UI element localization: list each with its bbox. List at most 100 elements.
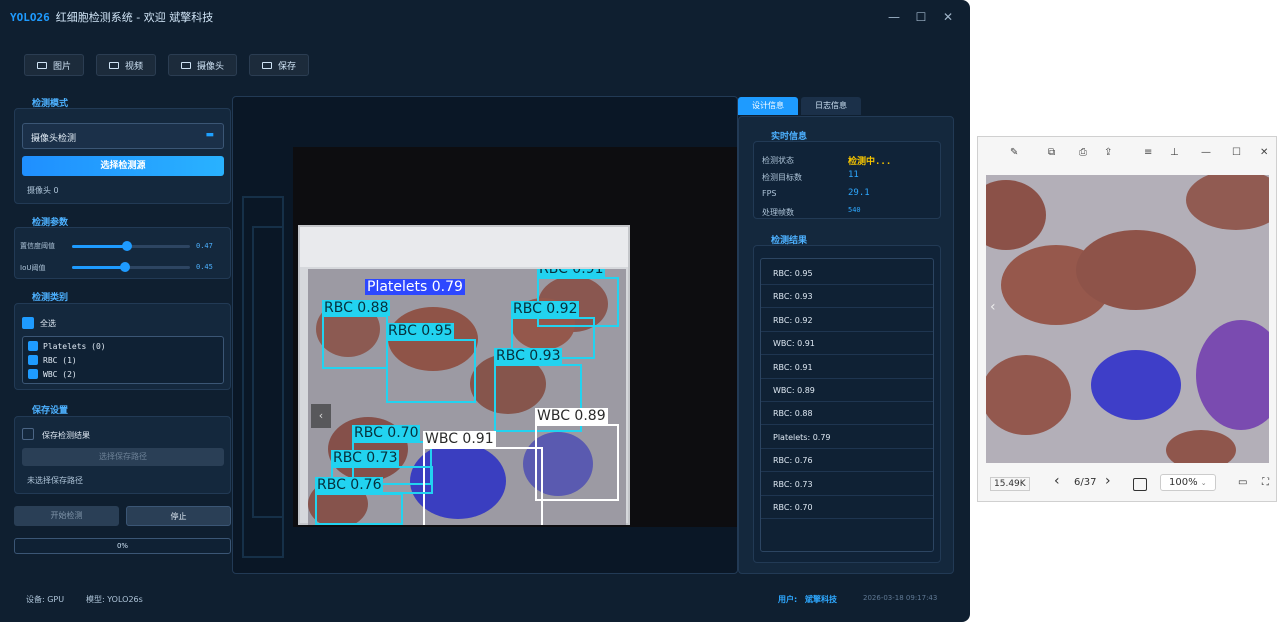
detection-label: RBC 0.73 [331, 450, 400, 466]
class-label: RBC (1) [43, 355, 77, 365]
tab-design-info[interactable]: 设计信息 [738, 97, 798, 115]
edit-icon[interactable]: ✎ [1010, 147, 1018, 158]
classes-title: 检测类别 [32, 293, 69, 303]
confidence-value: 0.47 [196, 242, 213, 250]
path-status: 未选择保存路径 [27, 476, 83, 485]
title-bar: YOLO26 红细胞检测系统 - 欢迎 斌擎科技 [0, 0, 970, 34]
toolbar: 图片 视频 摄像头 保存 [24, 54, 310, 76]
class-checkbox[interactable] [28, 355, 38, 365]
result-item: RBC: 0.95 [761, 262, 933, 285]
target-count-label: 检测目标数 [762, 173, 802, 182]
confidence-slider-fill [72, 245, 128, 248]
chevron-down-icon: ⌄ [1200, 479, 1207, 487]
result-item: RBC: 0.93 [761, 285, 933, 309]
select-source-button[interactable]: 选择检测源 [22, 156, 224, 176]
iou-slider-fill [72, 266, 126, 269]
camera-button[interactable]: 摄像头 [168, 54, 238, 76]
close-button[interactable]: ✕ [940, 9, 956, 25]
datetime: 2026-03-18 09:17:43 [863, 594, 938, 602]
maximize-button[interactable]: ☐ [913, 9, 929, 25]
progress-bar: 0% [14, 538, 231, 554]
class-item-rbc[interactable]: RBC (1) [28, 355, 77, 365]
share-icon[interactable]: ⇪ [1104, 147, 1112, 158]
class-label: Platelets (0) [43, 341, 106, 351]
tab-log-info[interactable]: 日志信息 [801, 97, 861, 115]
frames-label: 处理帧数 [762, 208, 794, 217]
class-item-wbc[interactable]: WBC (2) [28, 369, 77, 379]
blood-smear-image: RBC 0.91 Platelets 0.79 RBC 0.88 RBC 0.9… [308, 269, 626, 525]
status-value: 检测中... [848, 157, 892, 167]
fps-value: 29.1 [848, 188, 870, 198]
page-indicator: 6/37 [1074, 477, 1097, 488]
captured-toolbar [300, 227, 628, 267]
print-icon[interactable]: ⎙ [1079, 147, 1087, 158]
stop-button[interactable]: 停止 [126, 506, 231, 526]
camera-button-label: 摄像头 [197, 61, 225, 72]
viewer-prev-arrow-icon[interactable]: ‹ [990, 299, 996, 315]
menu-icon[interactable]: ≡ [1144, 147, 1152, 158]
select-all-checkbox[interactable] [22, 317, 34, 329]
fullscreen-icon[interactable]: ⛶ [1262, 477, 1269, 488]
user-name: 斌擎科技 [805, 595, 837, 604]
detection-label: Platelets 0.79 [365, 279, 465, 295]
model-status: 模型: YOLO26s [86, 595, 143, 604]
detection-box [535, 424, 619, 501]
detection-label: RBC 0.76 [315, 477, 384, 493]
detection-label: RBC 0.95 [386, 323, 455, 339]
next-image-button[interactable]: › [1105, 473, 1111, 489]
status-label: 检测状态 [762, 156, 794, 165]
class-list: Platelets (0) RBC (1) WBC (2) [22, 336, 224, 384]
zoom-value: 100% [1169, 477, 1198, 488]
image-button[interactable]: 图片 [24, 54, 85, 76]
target-count-value: 11 [848, 170, 859, 180]
filmstrip-icon[interactable]: ▭ [1238, 477, 1247, 488]
main-window: YOLO26 红细胞检测系统 - 欢迎 斌擎科技 — ☐ ✕ 图片 视频 摄像头… [0, 0, 970, 622]
device-status: 设备: GPU [26, 595, 65, 604]
detection-label: RBC 0.88 [322, 300, 391, 316]
video-button[interactable]: 视频 [96, 54, 157, 76]
save-settings-title: 保存设置 [32, 406, 69, 416]
fit-window-icon[interactable] [1133, 478, 1147, 491]
close-icon[interactable]: ✕ [1260, 147, 1268, 158]
pin-icon[interactable]: ⊥ [1170, 147, 1179, 158]
save-button-label: 保存 [278, 61, 297, 72]
results-list: RBC: 0.95 RBC: 0.93 RBC: 0.92 WBC: 0.91 RBC:… [760, 258, 934, 552]
result-item: RBC: 0.92 [761, 309, 933, 332]
result-item: WBC: 0.89 [761, 379, 933, 402]
choose-path-button[interactable]: 选择保存路径 [22, 448, 224, 466]
captured-frame: RBC 0.91 Platelets 0.79 RBC 0.88 RBC 0.9… [298, 225, 630, 525]
class-item-platelets[interactable]: Platelets (0) [28, 341, 106, 351]
iou-value: 0.45 [196, 263, 213, 271]
detection-box [423, 447, 543, 525]
save-results-label: 保存检测结果 [42, 431, 90, 440]
crop-icon[interactable]: ⧉ [1048, 147, 1055, 158]
mode-select-value: 摄像头检测 [31, 134, 77, 144]
image-button-label: 图片 [53, 61, 72, 72]
viewer-cells-drawing [986, 175, 1269, 463]
frames-value: 540 [848, 206, 861, 214]
fps-label: FPS [762, 189, 777, 198]
save-results-checkbox[interactable] [22, 428, 34, 440]
save-button[interactable]: 保存 [249, 54, 310, 76]
detection-box [322, 315, 388, 369]
iou-label: IoU阈值 [20, 264, 46, 272]
maximize-icon[interactable]: ☐ [1232, 147, 1241, 158]
start-detect-button[interactable]: 开始检测 [14, 506, 119, 526]
result-item: RBC: 0.70 [761, 496, 933, 519]
detection-label: RBC 0.92 [511, 301, 580, 317]
class-checkbox[interactable] [28, 369, 38, 379]
user-label: 用户: [778, 595, 798, 604]
detection-label: RBC 0.91 [537, 269, 606, 277]
chevron-down-icon: ▬ [205, 130, 214, 140]
result-item: Platelets: 0.79 [761, 426, 933, 449]
mode-select[interactable]: 摄像头检测 ▬ [22, 123, 224, 149]
minimize-button[interactable]: — [886, 9, 902, 25]
result-item: RBC: 0.91 [761, 356, 933, 379]
photo-viewer-window: ✎ ⧉ ⎙ ⇪ ≡ ⊥ — ☐ ✕ ‹ 15.49K ‹ 6/37 › 100%… [977, 136, 1277, 502]
confidence-label: 置信度阈值 [20, 242, 55, 250]
class-checkbox[interactable] [28, 341, 38, 351]
zoom-select[interactable]: 100% ⌄ [1160, 474, 1216, 491]
minimize-icon[interactable]: — [1201, 147, 1211, 158]
prev-image-button[interactable]: ‹ [1054, 473, 1060, 489]
prev-arrow-icon: ‹ [311, 404, 331, 428]
